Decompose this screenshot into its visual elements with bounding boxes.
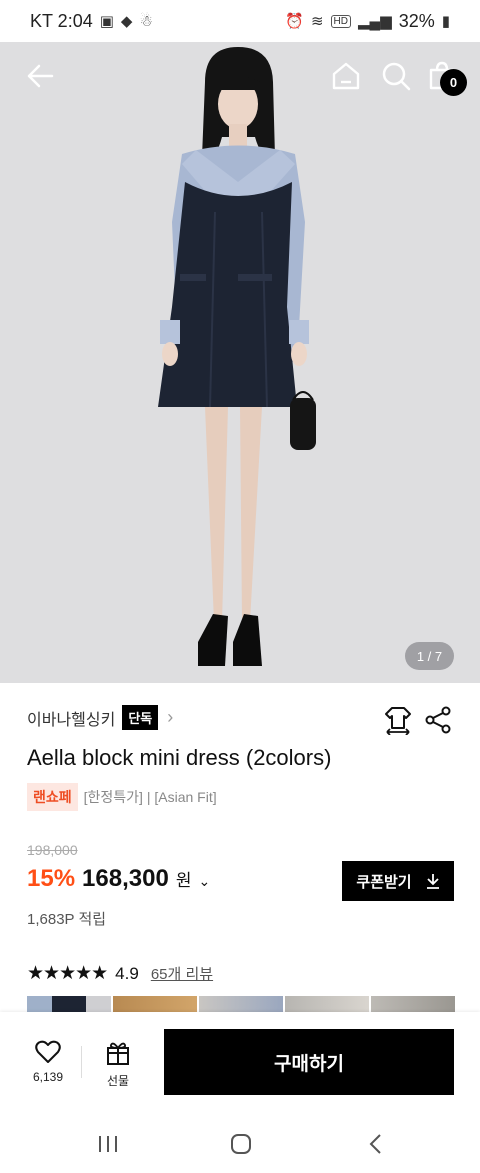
system-nav-bar [0, 1112, 480, 1173]
status-left: KT 2:04 ▣ ◆ ☃ [30, 11, 153, 32]
cart-count-badge: 0 [440, 69, 467, 96]
gallery-icon: ▣ [99, 13, 114, 30]
image-page-indicator: 1 / 7 [405, 642, 454, 670]
review-thumbnails[interactable] [27, 996, 455, 1012]
wifi-icon: ≋ [310, 13, 324, 30]
search-icon[interactable] [380, 60, 412, 92]
chevron-right-icon: › [167, 707, 174, 727]
original-price: 198,000 [27, 842, 78, 858]
gift-icon [107, 1042, 129, 1065]
gift-label: 선물 [106, 1074, 130, 1088]
discount-rate: 15% [27, 865, 76, 892]
back-nav-icon[interactable] [362, 1130, 390, 1158]
download-icon [426, 874, 439, 889]
home-icon[interactable] [330, 60, 362, 92]
hd-label: HD [330, 14, 351, 28]
heart-icon [35, 1040, 61, 1063]
carrier-time: KT 2:04 [30, 10, 93, 31]
game-icon: ◆ [120, 13, 133, 30]
review-thumbnail[interactable] [199, 996, 283, 1012]
tag-row: 랜쇼페 [한정특가] | [Asian Fit] [27, 783, 217, 811]
like-count: 6,139 [32, 1070, 64, 1084]
app-icon: ☃ [139, 13, 153, 30]
rating-score: 4.9 [115, 963, 139, 983]
review-thumbnail[interactable] [285, 996, 369, 1012]
buy-button[interactable]: 구매하기 [164, 1029, 454, 1095]
product-photo [0, 42, 480, 683]
tags-text: [한정특가] | [Asian Fit] [83, 789, 217, 805]
brand-name[interactable]: 이바나헬싱키 [27, 706, 115, 730]
review-count-link[interactable]: 65개 리뷰 [151, 963, 213, 984]
battery-text: 32% [398, 10, 435, 31]
alarm-icon: ⏰ [285, 13, 304, 30]
sale-price: 168,300 [82, 865, 169, 892]
signal-icon: ▂▄▆ [358, 13, 392, 30]
review-thumbnail[interactable] [371, 996, 455, 1012]
back-arrow-icon[interactable] [24, 60, 56, 92]
gift-button[interactable]: 선물 [96, 1040, 140, 1089]
points-text: 1,683P 적립 [27, 911, 107, 928]
rating-row[interactable]: ★★★★★ 4.9 65개 리뷰 [27, 962, 213, 985]
price-row[interactable]: 15% 168,300 원 ⌄ [27, 865, 210, 893]
bottom-action-bar: 6,139 선물 구매하기 [0, 1012, 480, 1112]
battery-icon: ▮ [441, 13, 450, 30]
review-thumbnail[interactable] [113, 996, 197, 1012]
currency-label: 원 [175, 871, 192, 890]
share-icon[interactable] [424, 706, 452, 734]
event-tag-badge: 랜쇼페 [27, 783, 78, 811]
hanger-icon[interactable] [384, 705, 412, 735]
exclusive-badge: 단독 [122, 705, 159, 730]
star-rating-icon: ★★★★★ [27, 963, 108, 984]
brand-row[interactable]: 이바나헬싱키 단독 › [27, 705, 173, 730]
home-nav-icon[interactable] [227, 1130, 255, 1158]
status-bar: KT 2:04 ▣ ◆ ☃ ⏰ ≋ HD ▂▄▆ 32% ▮ [0, 0, 480, 42]
coupon-label: 쿠폰받기 [356, 873, 412, 891]
product-image-carousel[interactable]: 0 1 / 7 [0, 42, 480, 683]
coupon-button[interactable]: 쿠폰받기 [342, 861, 454, 901]
like-button[interactable]: 6,139 [22, 1040, 74, 1084]
divider [81, 1046, 82, 1078]
status-right: ⏰ ≋ HD ▂▄▆ 32% ▮ [285, 11, 450, 32]
review-thumbnail[interactable] [27, 996, 111, 1012]
recent-apps-icon[interactable] [94, 1130, 122, 1158]
chevron-down-icon[interactable]: ⌄ [198, 873, 210, 890]
product-title: Aella block mini dress (2colors) [27, 745, 332, 770]
